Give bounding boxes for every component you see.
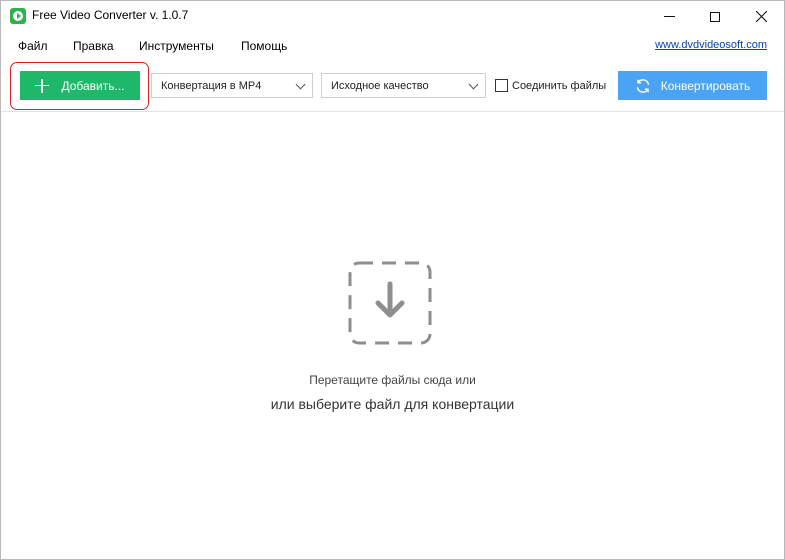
drop-zone[interactable]: Перетащите файлы сюда или или выберите ф…	[1, 113, 784, 559]
chevron-down-icon	[295, 79, 306, 90]
plus-icon	[35, 78, 50, 93]
menu-edit[interactable]: Правка	[73, 39, 114, 53]
drop-hint-text: Перетащите файлы сюда или	[309, 373, 476, 387]
convert-button-label: Конвертировать	[660, 78, 751, 93]
format-select[interactable]: Конвертация в MP4	[151, 73, 313, 98]
minimize-button[interactable]	[646, 1, 692, 32]
convert-button[interactable]: Конвертировать	[618, 71, 767, 100]
menu-file[interactable]: Файл	[18, 39, 48, 53]
menu-tools[interactable]: Инструменты	[139, 39, 214, 53]
quality-select-value: Исходное качество	[331, 79, 429, 92]
join-files-toggle[interactable]: Соединить файлы	[495, 79, 606, 92]
minimize-icon	[663, 16, 675, 17]
app-logo-icon	[10, 8, 26, 24]
close-button[interactable]	[738, 1, 784, 32]
app-window: Free Video Converter v. 1.0.7 Файл Правк…	[0, 0, 785, 560]
choose-file-link[interactable]: или выберите файл для конвертации	[1, 396, 784, 412]
window-title: Free Video Converter v. 1.0.7	[32, 8, 189, 22]
quality-select[interactable]: Исходное качество	[321, 73, 486, 98]
refresh-icon	[636, 78, 649, 93]
close-icon	[755, 11, 767, 22]
add-button[interactable]: Добавить...	[20, 71, 140, 100]
join-files-label: Соединить файлы	[512, 79, 607, 92]
join-files-checkbox[interactable]	[495, 79, 508, 92]
title-bar: Free Video Converter v. 1.0.7	[1, 1, 784, 32]
maximize-icon	[710, 11, 720, 22]
download-arrow-icon[interactable]	[348, 261, 432, 345]
chevron-down-icon	[468, 79, 479, 90]
website-link[interactable]: www.dvdvideosoft.com	[655, 39, 767, 51]
format-select-value: Конвертация в MP4	[161, 79, 262, 92]
add-button-label: Добавить...	[61, 78, 125, 93]
menu-help[interactable]: Помощь	[241, 39, 287, 53]
maximize-button[interactable]	[692, 1, 738, 32]
toolbar: Добавить... Конвертация в MP4 Исходное к…	[1, 58, 784, 112]
menu-bar: Файл Правка Инструменты Помощь www.dvdvi…	[1, 32, 784, 58]
